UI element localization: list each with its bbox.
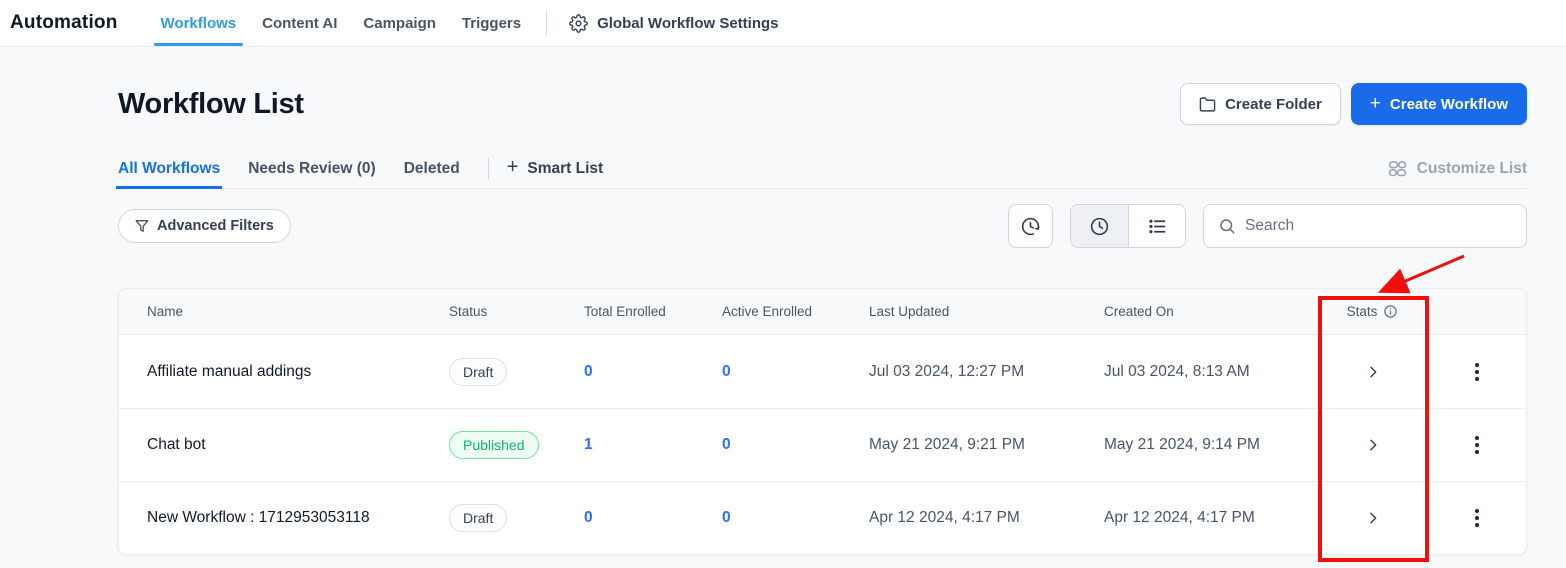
top-navigation: Automation Workflows Content AI Campaign… [0,0,1566,47]
column-header-created-on: Created On [1104,304,1317,319]
customize-list-label: Customize List [1417,160,1527,178]
nav-divider [546,10,547,36]
customize-list-button[interactable]: Customize List [1387,149,1527,188]
header-actions: Create Folder + Create Workflow [1180,83,1527,125]
customize-list-icon [1387,158,1408,179]
list-view-button[interactable] [1128,205,1185,247]
stats-expand-chevron[interactable] [1317,437,1428,453]
stats-expand-chevron[interactable] [1317,364,1428,380]
nav-tab-workflows[interactable]: Workflows [148,0,250,46]
column-header-stats: Stats [1317,304,1428,319]
workflow-list-tabs: All Workflows Needs Review (0) Deleted +… [118,149,1527,189]
advanced-filters-button[interactable]: Advanced Filters [118,209,291,243]
nav-tab-campaign[interactable]: Campaign [350,0,449,46]
stats-expand-chevron[interactable] [1317,510,1428,526]
advanced-filters-label: Advanced Filters [157,218,274,234]
row-actions-kebab[interactable] [1467,428,1487,462]
create-folder-button[interactable]: Create Folder [1180,83,1341,125]
total-enrolled-link[interactable]: 0 [584,509,722,527]
status-badge: Draft [449,358,507,386]
global-workflow-settings-button[interactable]: Global Workflow Settings [559,0,788,46]
tabs-divider [488,158,489,179]
tab-deleted[interactable]: Deleted [404,149,460,188]
created-on-value: Apr 12 2024, 4:17 PM [1104,509,1317,527]
chevron-right-icon [1365,364,1381,380]
smart-list-button[interactable]: + Smart List [507,149,604,188]
page-title: Workflow List [118,88,304,121]
column-header-active-enrolled: Active Enrolled [722,304,869,319]
table-row[interactable]: Chat bot Published 1 0 May 21 2024, 9:21… [119,408,1526,481]
toolbar-right [1008,204,1527,248]
created-on-value: May 21 2024, 9:14 PM [1104,436,1317,454]
table-row[interactable]: Affiliate manual addings Draft 0 0 Jul 0… [119,335,1526,408]
active-enrolled-link[interactable]: 0 [722,363,869,381]
global-workflow-settings-label: Global Workflow Settings [597,15,778,32]
recent-view-button[interactable] [1071,205,1128,247]
row-actions-kebab[interactable] [1467,355,1487,389]
status-badge: Published [449,431,539,459]
last-updated-value: May 21 2024, 9:21 PM [869,436,1104,454]
toolbar: Advanced Filters [118,204,1527,248]
gear-icon [569,14,588,33]
create-workflow-label: Create Workflow [1390,96,1508,113]
total-enrolled-link[interactable]: 1 [584,436,722,454]
create-folder-label: Create Folder [1225,96,1322,113]
plus-icon: + [507,156,519,179]
app-title: Automation [10,0,118,46]
row-actions-kebab[interactable] [1467,501,1487,535]
table-header-row: Name Status Total Enrolled Active Enroll… [119,289,1526,335]
column-header-total-enrolled: Total Enrolled [584,304,722,319]
search-box [1203,204,1527,248]
total-enrolled-link[interactable]: 0 [584,363,722,381]
clock-icon [1089,216,1110,237]
column-header-name: Name [119,304,449,319]
list-icon [1147,216,1168,237]
tab-needs-review[interactable]: Needs Review (0) [248,149,376,188]
nav-tab-triggers[interactable]: Triggers [449,0,534,46]
workflow-table: Name Status Total Enrolled Active Enroll… [118,288,1527,555]
chevron-right-icon [1365,510,1381,526]
smart-list-label: Smart List [527,160,603,178]
tab-all-workflows[interactable]: All Workflows [118,149,220,188]
filter-funnel-icon [135,219,149,233]
status-badge: Draft [449,504,507,532]
workflow-name[interactable]: Chat bot [119,436,449,454]
search-input[interactable] [1245,217,1512,235]
page-header: Workflow List Create Folder + Create Wor… [118,83,1527,125]
column-header-status: Status [449,304,584,319]
last-updated-value: Apr 12 2024, 4:17 PM [869,509,1104,527]
nav-tab-content-ai[interactable]: Content AI [249,0,350,46]
table-row[interactable]: New Workflow : 1712953053118 Draft 0 0 A… [119,481,1526,554]
workflow-name[interactable]: New Workflow : 1712953053118 [119,509,449,527]
enrollment-history-button[interactable] [1008,204,1053,248]
last-updated-value: Jul 03 2024, 12:27 PM [869,363,1104,381]
active-enrolled-link[interactable]: 0 [722,509,869,527]
active-enrolled-link[interactable]: 0 [722,436,869,454]
search-icon [1218,217,1236,235]
chevron-right-icon [1365,437,1381,453]
plus-icon: + [1370,94,1381,113]
view-toggle-group [1070,204,1186,248]
stats-header-label: Stats [1347,304,1378,319]
create-workflow-button[interactable]: + Create Workflow [1351,83,1527,125]
workflow-name[interactable]: Affiliate manual addings [119,363,449,381]
info-icon[interactable] [1383,304,1398,319]
history-clock-icon [1020,216,1041,237]
created-on-value: Jul 03 2024, 8:13 AM [1104,363,1317,381]
folder-icon [1199,96,1216,113]
column-header-last-updated: Last Updated [869,304,1104,319]
